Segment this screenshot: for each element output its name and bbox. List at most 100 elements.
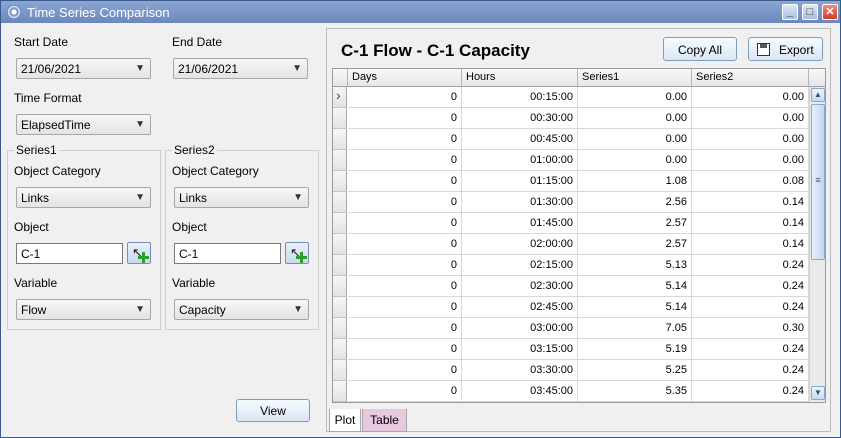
table-cell[interactable]: 0	[348, 297, 462, 318]
table-cell[interactable]: 0	[348, 276, 462, 297]
current-row-indicator-icon[interactable]: ›	[333, 87, 347, 108]
table-row[interactable]: 0 02:30:00 5.14 0.24	[333, 276, 809, 297]
table-cell[interactable]: 0.00	[692, 129, 809, 150]
table-row[interactable]: 0 03:00:00 7.05 0.30	[333, 318, 809, 339]
table-cell[interactable]: 0	[348, 360, 462, 381]
scroll-thumb[interactable]: ≡	[811, 104, 825, 260]
column-header-series1[interactable]: Series1	[578, 69, 692, 87]
row-header[interactable]	[333, 297, 347, 318]
tab-plot[interactable]: Plot	[329, 409, 361, 432]
table-cell[interactable]: 5.19	[578, 339, 692, 360]
table-cell[interactable]: 0	[348, 192, 462, 213]
row-header[interactable]	[333, 171, 347, 192]
table-cell[interactable]: 2.56	[578, 192, 692, 213]
table-cell[interactable]: 0	[348, 318, 462, 339]
column-header-series2[interactable]: Series2	[692, 69, 809, 87]
table-row[interactable]: 0 00:30:00 0.00 0.00	[333, 108, 809, 129]
table-cell[interactable]: 0.00	[692, 108, 809, 129]
table-row[interactable]: 0 01:30:00 2.56 0.14	[333, 192, 809, 213]
table-cell[interactable]: 0.00	[692, 150, 809, 171]
table-cell[interactable]: 0.14	[692, 192, 809, 213]
table-cell[interactable]: 02:45:00	[462, 297, 578, 318]
table-cell[interactable]: 03:30:00	[462, 360, 578, 381]
table-row[interactable]: 0 02:45:00 5.14 0.24	[333, 297, 809, 318]
table-cell[interactable]: 0	[348, 213, 462, 234]
tab-table[interactable]: Table	[362, 409, 407, 432]
table-cell[interactable]: 5.25	[578, 360, 692, 381]
series2-category-select[interactable]: Links ▼	[174, 187, 309, 208]
table-cell[interactable]: 01:45:00	[462, 213, 578, 234]
table-cell[interactable]: 0.24	[692, 339, 809, 360]
row-header[interactable]	[333, 255, 347, 276]
row-header[interactable]	[333, 192, 347, 213]
row-header[interactable]	[333, 213, 347, 234]
table-cell[interactable]: 0.00	[578, 129, 692, 150]
export-button[interactable]: Export	[748, 37, 823, 61]
row-header[interactable]	[333, 234, 347, 255]
table-cell[interactable]: 00:15:00	[462, 87, 578, 108]
table-row[interactable]: 0 02:15:00 5.13 0.24	[333, 255, 809, 276]
table-cell[interactable]: 00:45:00	[462, 129, 578, 150]
start-date-picker[interactable]: 21/06/2021 ▼	[16, 58, 151, 79]
table-cell[interactable]: 0.08	[692, 171, 809, 192]
table-cell[interactable]: 0.24	[692, 360, 809, 381]
table-cell[interactable]: 5.13	[578, 255, 692, 276]
scroll-up-icon[interactable]: ▲	[811, 88, 825, 102]
series1-pick-object-button[interactable]: ↖	[127, 242, 151, 264]
table-cell[interactable]: 03:00:00	[462, 318, 578, 339]
table-cell[interactable]: 02:00:00	[462, 234, 578, 255]
table-cell[interactable]: 0	[348, 108, 462, 129]
column-header-days[interactable]: Days	[348, 69, 462, 87]
table-cell[interactable]: 0.00	[578, 108, 692, 129]
vertical-scrollbar[interactable]: ▲ ≡ ▼	[809, 87, 825, 402]
table-cell[interactable]: 0.14	[692, 234, 809, 255]
table-cell[interactable]: 0.14	[692, 213, 809, 234]
table-row[interactable]: 0 01:15:00 1.08 0.08	[333, 171, 809, 192]
table-cell[interactable]: 01:30:00	[462, 192, 578, 213]
table-cell[interactable]: 0.24	[692, 276, 809, 297]
table-cell[interactable]: 0.30	[692, 318, 809, 339]
row-header[interactable]	[333, 276, 347, 297]
series2-variable-select[interactable]: Capacity ▼	[174, 299, 309, 320]
series2-object-input[interactable]: C-1	[174, 243, 281, 264]
series1-object-input[interactable]: C-1	[16, 243, 123, 264]
table-cell[interactable]: 0	[348, 171, 462, 192]
table-row[interactable]: 0 00:45:00 0.00 0.00	[333, 129, 809, 150]
table-cell[interactable]: 00:30:00	[462, 108, 578, 129]
table-row[interactable]: 0 01:00:00 0.00 0.00	[333, 150, 809, 171]
view-button[interactable]: View	[236, 399, 310, 422]
table-cell[interactable]: 0	[348, 381, 462, 402]
row-header[interactable]	[333, 381, 347, 402]
table-cell[interactable]: 0.24	[692, 297, 809, 318]
table-cell[interactable]: 7.05	[578, 318, 692, 339]
table-cell[interactable]: 02:30:00	[462, 276, 578, 297]
table-cell[interactable]: 03:15:00	[462, 339, 578, 360]
close-button[interactable]: ✕	[822, 4, 838, 20]
column-header-hours[interactable]: Hours	[462, 69, 578, 87]
table-cell[interactable]: 01:15:00	[462, 171, 578, 192]
scroll-down-icon[interactable]: ▼	[811, 386, 825, 400]
series2-pick-object-button[interactable]: ↖	[285, 242, 309, 264]
table-cell[interactable]: 0.24	[692, 381, 809, 402]
table-cell[interactable]: 0	[348, 87, 462, 108]
table-cell[interactable]: 0.24	[692, 255, 809, 276]
table-row[interactable]: › 0 00:15:00 0.00 0.00	[333, 87, 809, 108]
series1-category-select[interactable]: Links ▼	[16, 187, 151, 208]
table-cell[interactable]: 0	[348, 129, 462, 150]
table-row[interactable]: 0 03:45:00 5.35 0.24	[333, 381, 809, 402]
table-cell[interactable]: 2.57	[578, 213, 692, 234]
table-row[interactable]: 0 03:15:00 5.19 0.24	[333, 339, 809, 360]
table-cell[interactable]: 5.14	[578, 276, 692, 297]
row-header[interactable]	[333, 150, 347, 171]
table-cell[interactable]: 1.08	[578, 171, 692, 192]
table-cell[interactable]: 0.00	[578, 150, 692, 171]
table-row[interactable]: 0 03:30:00 5.25 0.24	[333, 360, 809, 381]
table-cell[interactable]: 03:45:00	[462, 381, 578, 402]
table-cell[interactable]: 01:00:00	[462, 150, 578, 171]
row-header[interactable]	[333, 339, 347, 360]
copy-all-button[interactable]: Copy All	[663, 37, 737, 61]
table-cell[interactable]: 0.00	[692, 87, 809, 108]
series1-variable-select[interactable]: Flow ▼	[16, 299, 151, 320]
table-row[interactable]: 0 01:45:00 2.57 0.14	[333, 213, 809, 234]
row-header[interactable]	[333, 360, 347, 381]
